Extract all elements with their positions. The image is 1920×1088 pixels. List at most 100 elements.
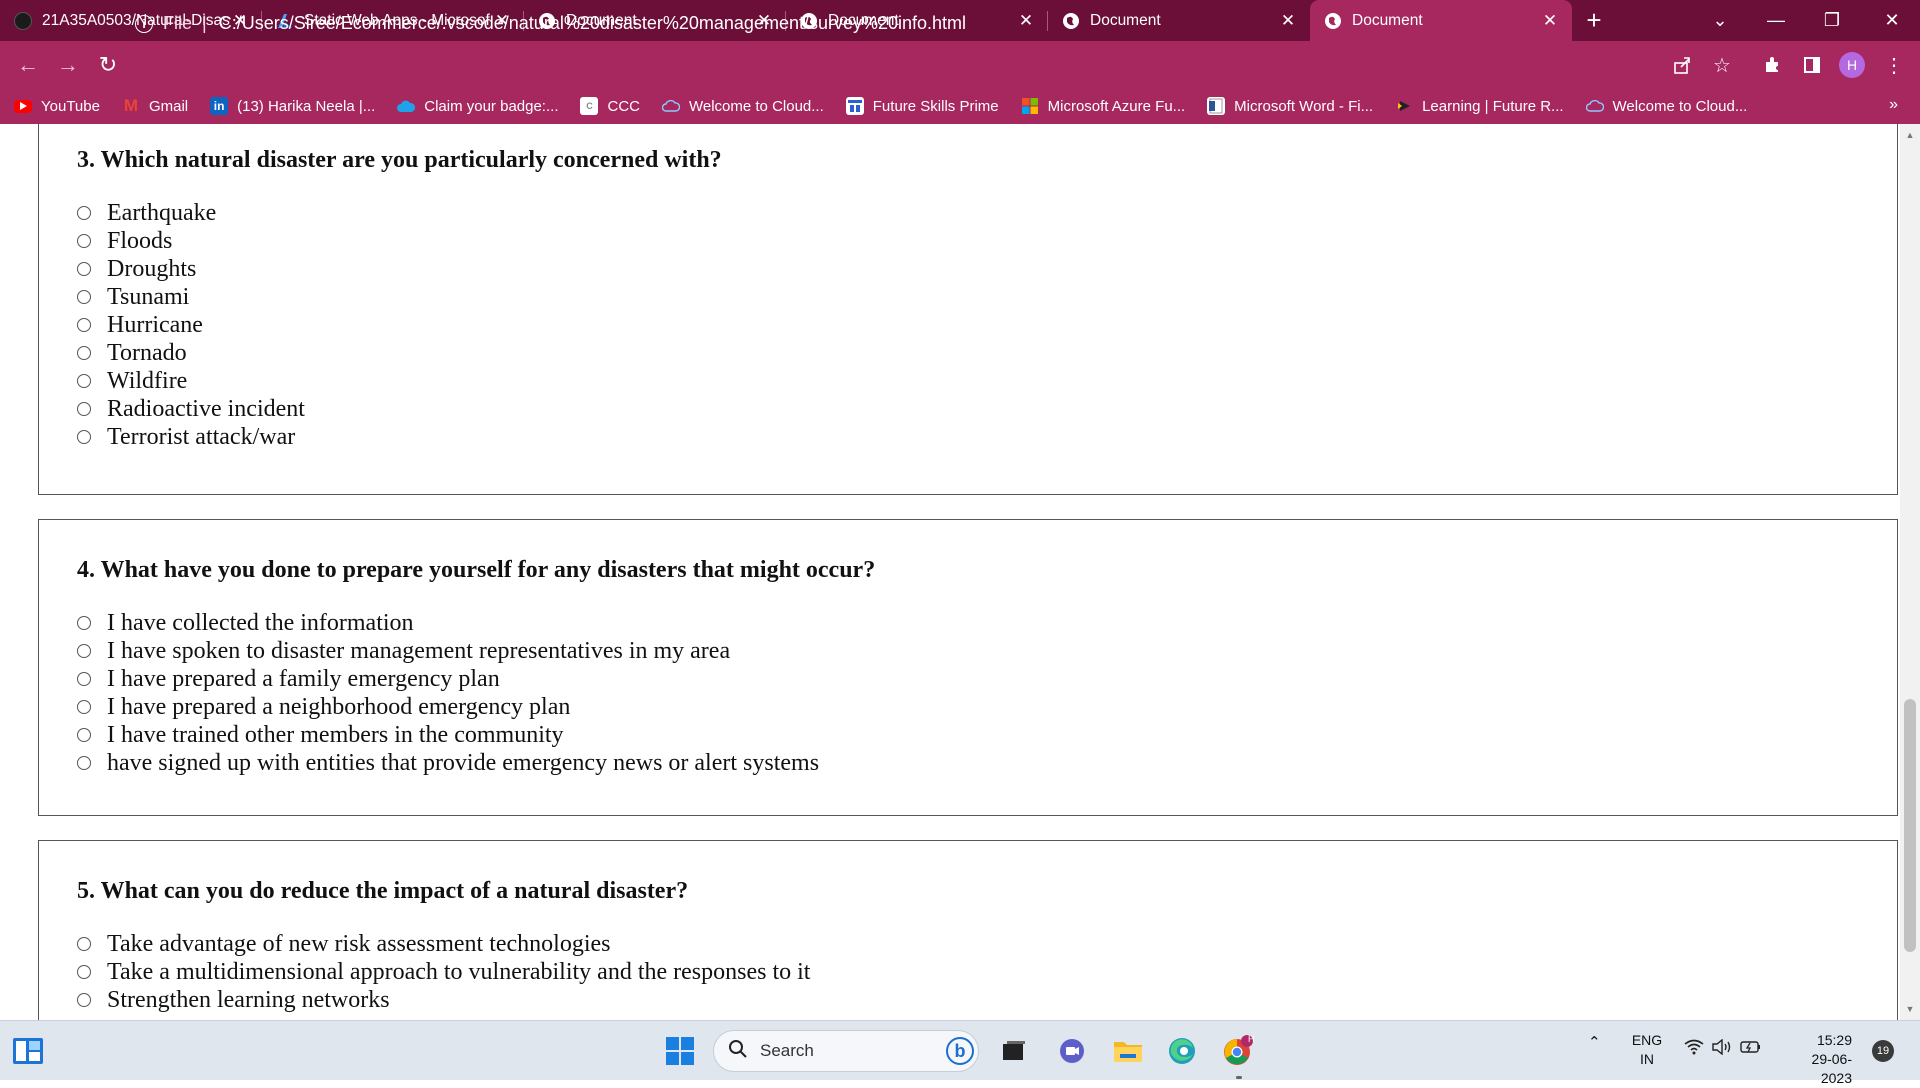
learning-icon xyxy=(1395,97,1413,115)
radio-button[interactable] xyxy=(77,430,91,444)
radio-option[interactable]: I have spoken to disaster management rep… xyxy=(77,637,730,665)
notification-badge[interactable]: 19 xyxy=(1872,1040,1894,1062)
radio-button[interactable] xyxy=(77,728,91,742)
menu-icon[interactable]: ⋮ xyxy=(1876,49,1912,81)
bookmark-learning[interactable]: Learning | Future R... xyxy=(1395,97,1564,115)
clock[interactable]: 15:29 29-06-2023 xyxy=(1782,1031,1852,1088)
radio-option[interactable]: Strengthen learning networks xyxy=(77,986,390,1014)
word-doc-icon xyxy=(1207,97,1226,115)
radio-option[interactable]: have signed up with entities that provid… xyxy=(77,749,819,777)
profile-avatar[interactable]: H xyxy=(1834,49,1870,81)
option-label: have signed up with entities that provid… xyxy=(107,749,820,776)
radio-button[interactable] xyxy=(77,937,91,951)
back-icon[interactable]: ← xyxy=(8,45,48,85)
avatar: H xyxy=(1839,52,1865,78)
radio-button[interactable] xyxy=(77,346,91,360)
option-label: Floods xyxy=(107,227,173,254)
radio-option[interactable]: Terrorist attack/war xyxy=(77,423,295,451)
gmail-icon: M xyxy=(123,96,139,115)
radio-option[interactable]: Take advantage of new risk assessment te… xyxy=(77,930,611,958)
radio-button[interactable] xyxy=(77,318,91,332)
radio-button[interactable] xyxy=(77,756,91,770)
radio-button[interactable] xyxy=(77,374,91,388)
option-label: I have trained other members in the comm… xyxy=(107,721,564,748)
radio-option[interactable]: I have prepared a family emergency plan xyxy=(77,665,500,693)
bookmark-linkedin[interactable]: in (13) Harika Neela |... xyxy=(210,97,375,115)
side-panel-icon[interactable] xyxy=(1794,49,1830,81)
radio-option[interactable]: Earthquake xyxy=(77,199,216,227)
bookmark-gmail[interactable]: M Gmail xyxy=(122,96,188,115)
radio-button[interactable] xyxy=(77,993,91,1007)
radio-option[interactable]: I have collected the information xyxy=(77,609,414,637)
battery-icon[interactable] xyxy=(1740,1039,1762,1060)
bookmark-welcome-cloud-1[interactable]: Welcome to Cloud... xyxy=(661,97,824,115)
bookmark-future-skills[interactable]: Future Skills Prime xyxy=(845,97,999,115)
info-icon[interactable]: i xyxy=(135,14,153,33)
radio-button[interactable] xyxy=(77,290,91,304)
widgets-icon[interactable] xyxy=(8,1031,48,1071)
radio-button[interactable] xyxy=(77,234,91,248)
bookmark-youtube[interactable]: YouTube xyxy=(14,98,100,115)
url-divider: | xyxy=(202,13,207,33)
bookmark-star-icon[interactable]: ☆ xyxy=(1704,49,1740,81)
file-explorer-icon[interactable] xyxy=(1108,1031,1148,1071)
bookmark-ccc[interactable]: C CCC xyxy=(580,97,640,115)
radio-option[interactable]: Tsunami xyxy=(77,283,189,311)
minimize-icon[interactable]: — xyxy=(1748,0,1804,41)
radio-button[interactable] xyxy=(77,965,91,979)
bookmark-label: YouTube xyxy=(41,97,100,115)
scrollbar-thumb[interactable] xyxy=(1904,699,1916,952)
radio-button[interactable] xyxy=(77,262,91,276)
bookmark-welcome-cloud-2[interactable]: Welcome to Cloud... xyxy=(1585,97,1747,115)
bookmark-label: Claim your badge:... xyxy=(424,97,559,115)
scroll-up-icon[interactable]: ▲ xyxy=(1900,126,1920,144)
wifi-icon[interactable] xyxy=(1684,1039,1704,1060)
taskbar-search[interactable]: Search b xyxy=(713,1030,979,1072)
volume-icon[interactable] xyxy=(1712,1038,1732,1060)
radio-button[interactable] xyxy=(77,672,91,686)
chrome-icon[interactable]: H xyxy=(1218,1031,1258,1071)
edge-browser-icon[interactable] xyxy=(1162,1031,1202,1071)
radio-option[interactable]: Take a multidimensional approach to vuln… xyxy=(77,958,810,986)
radio-button[interactable] xyxy=(77,644,91,658)
radio-option[interactable]: Tornado xyxy=(77,339,187,367)
close-window-icon[interactable]: ✕ xyxy=(1864,0,1920,41)
bookmark-azure-fundamentals[interactable]: Microsoft Azure Fu... xyxy=(1021,97,1185,115)
bing-icon[interactable]: b xyxy=(946,1037,974,1065)
start-icon[interactable] xyxy=(660,1031,700,1071)
option-label: Earthquake xyxy=(107,199,217,226)
radio-option[interactable]: Droughts xyxy=(77,255,196,283)
region-code: IN xyxy=(1640,1051,1654,1067)
page-scrollbar[interactable]: ▲ ▼ xyxy=(1900,124,1920,1020)
option-label: Strengthen learning networks xyxy=(107,986,390,1013)
radio-option[interactable]: Radioactive incident xyxy=(77,395,305,423)
reload-icon[interactable]: ↻ xyxy=(88,45,128,85)
restore-icon[interactable]: ❐ xyxy=(1804,0,1860,41)
bookmark-claim-badge[interactable]: Claim your badge:... xyxy=(397,97,558,115)
radio-button[interactable] xyxy=(77,700,91,714)
extensions-icon[interactable] xyxy=(1754,49,1790,81)
radio-option[interactable]: Hurricane xyxy=(77,311,203,339)
browser-toolbar: ← → ↻ xyxy=(0,41,1920,88)
language-indicator[interactable]: ENG IN xyxy=(1630,1031,1664,1069)
teams-chat-icon[interactable] xyxy=(1052,1031,1092,1071)
scroll-down-icon[interactable]: ▼ xyxy=(1900,1000,1920,1018)
radio-option[interactable]: I have trained other members in the comm… xyxy=(77,721,564,749)
forward-icon[interactable]: → xyxy=(48,45,88,85)
option-label: I have collected the information xyxy=(107,609,414,636)
radio-option[interactable]: I have prepared a neighborhood emergency… xyxy=(77,693,570,721)
radio-option[interactable]: Floods xyxy=(77,227,172,255)
radio-button[interactable] xyxy=(77,206,91,220)
radio-button[interactable] xyxy=(77,402,91,416)
address-bar[interactable]: i File | C:/Users/Siree/Ecommerce/.vscod… xyxy=(135,6,1723,41)
share-icon[interactable] xyxy=(1664,49,1700,81)
option-label: Tsunami xyxy=(107,283,190,310)
task-view-icon[interactable] xyxy=(994,1031,1034,1071)
radio-option[interactable]: Wildfire xyxy=(77,367,187,395)
bookmarks-overflow-icon[interactable]: » xyxy=(1889,96,1898,114)
radio-button[interactable] xyxy=(77,616,91,630)
url-scheme: File xyxy=(163,13,193,33)
bookmark-word-doc[interactable]: Microsoft Word - Fi... xyxy=(1207,97,1373,115)
overflow-chevron-icon[interactable]: ⌃ xyxy=(1588,1033,1601,1052)
microsoft-icon xyxy=(1021,97,1039,115)
